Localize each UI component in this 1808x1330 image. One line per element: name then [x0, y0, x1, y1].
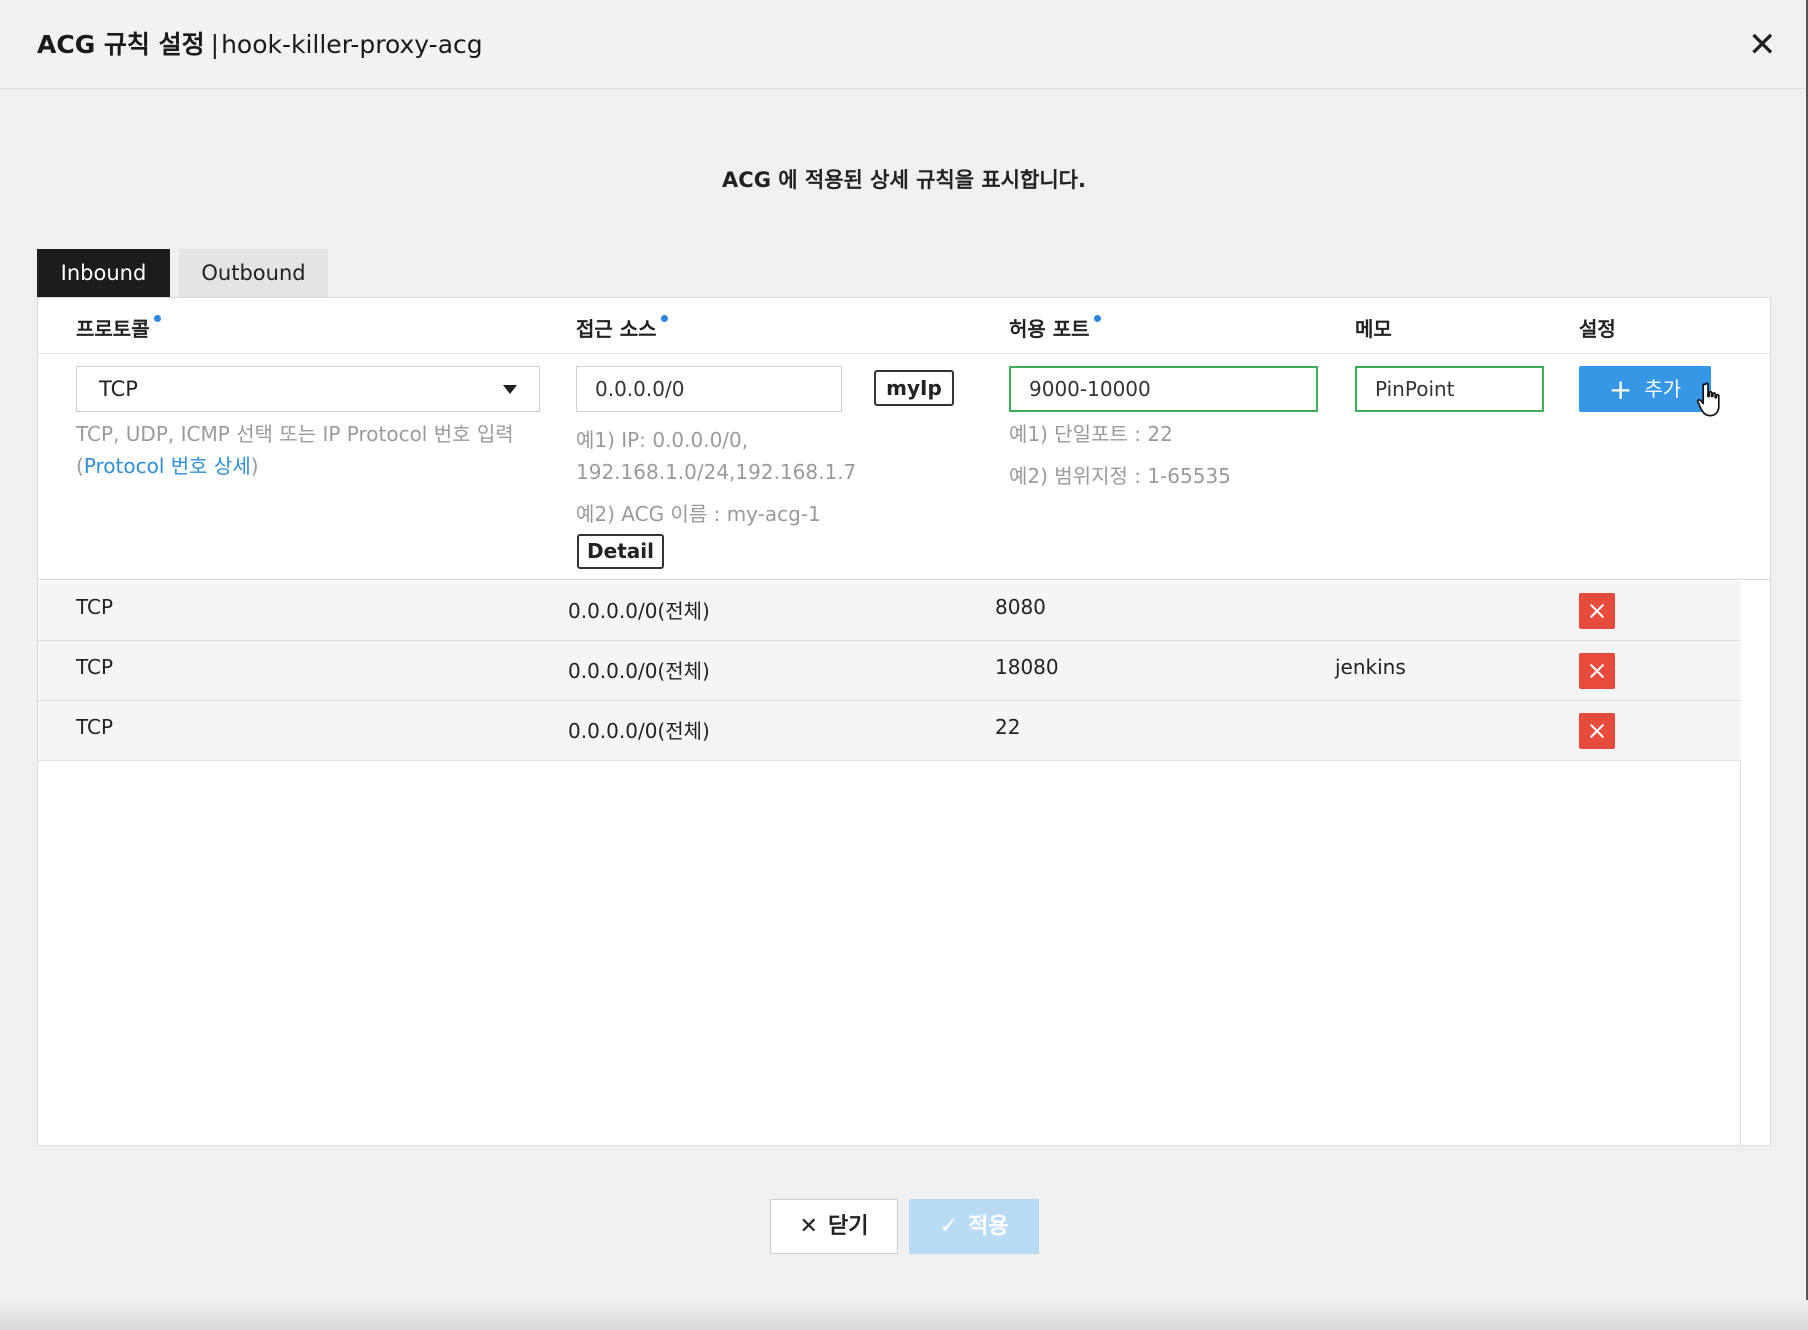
- add-rule-button[interactable]: + 추가: [1579, 366, 1711, 412]
- delete-rule-button[interactable]: [1579, 713, 1615, 749]
- column-header-settings: 설정: [1579, 317, 1616, 341]
- source-hint-example1-line1: 예1) IP: 0.0.0.0/0,: [576, 428, 749, 452]
- protocol-hint: TCP, UDP, ICMP 선택 또는 IP Protocol 번호 입력: [76, 422, 514, 446]
- acg-rule-settings-modal: ACG 규칙 설정 |hook-killer-proxy-acg ✕ ACG 에 …: [0, 0, 1808, 1330]
- protocol-select[interactable]: TCP: [76, 366, 540, 412]
- modal-title-main: ACG 규칙 설정: [37, 30, 205, 59]
- modal-title-separator: |: [210, 30, 220, 59]
- close-icon: ✕: [799, 1214, 818, 1239]
- protocol-hint-paren-close: ): [250, 454, 259, 478]
- add-rule-label: 추가: [1644, 377, 1682, 401]
- description-text: ACG 에 적용된 상세 규칙을 표시합니다.: [722, 168, 1086, 192]
- protocol-hint-link-line: (Protocol 번호 상세): [76, 450, 259, 482]
- table-row: TCP 0.0.0.0/0(전체) 22: [38, 701, 1741, 761]
- table-row: TCP 0.0.0.0/0(전체) 8080: [38, 581, 1741, 641]
- rule-protocol: TCP: [76, 595, 114, 619]
- required-dot-icon: [660, 315, 668, 322]
- rule-source: 0.0.0.0/0(전체): [568, 719, 710, 743]
- hand-pointer-cursor-icon: [1696, 382, 1720, 417]
- check-icon: ✓: [939, 1214, 958, 1239]
- rule-protocol: TCP: [76, 655, 114, 679]
- plus-icon: +: [1608, 373, 1633, 406]
- caret-down-icon: [503, 385, 517, 394]
- new-rule-input-row: TCP TCP, UDP, ICMP 선택 또는 IP Protocol 번호 …: [38, 354, 1770, 580]
- column-header-port-label: 허용 포트: [1009, 317, 1090, 341]
- modal-title-acg-name: hook-killer-proxy-acg: [221, 30, 483, 59]
- detail-button[interactable]: Detail: [577, 534, 664, 569]
- protocol-number-detail-link[interactable]: Protocol 번호 상세: [84, 454, 251, 478]
- rule-protocol: TCP: [76, 715, 114, 739]
- table-row: TCP 0.0.0.0/0(전체) 18080 jenkins: [38, 641, 1741, 701]
- modal-title: ACG 규칙 설정 |hook-killer-proxy-acg: [37, 27, 483, 63]
- modal-header: ACG 규칙 설정 |hook-killer-proxy-acg ✕: [0, 0, 1806, 89]
- rule-port: 22: [995, 715, 1021, 739]
- rule-list: TCP 0.0.0.0/0(전체) 8080 TCP 0.0.0.0/0(전체)…: [38, 581, 1741, 1146]
- tab-inbound[interactable]: Inbound: [37, 249, 170, 297]
- rule-source: 0.0.0.0/0(전체): [568, 659, 710, 683]
- column-header-memo: 메모: [1355, 317, 1392, 341]
- memo-input[interactable]: [1355, 366, 1544, 412]
- column-header-row: 프로토콜 접근 소스 허용 포트 메모 설정: [38, 298, 1770, 354]
- protocol-select-value: TCP: [99, 377, 138, 401]
- port-hint-example2: 예2) 범위지정 : 1-65535: [1009, 464, 1231, 488]
- rules-panel: 프로토콜 접근 소스 허용 포트 메모 설정 TCP TCP, UDP, ICM…: [37, 297, 1771, 1146]
- column-header-protocol-label: 프로토콜: [76, 317, 150, 341]
- column-header-source-label: 접근 소스: [576, 317, 657, 341]
- close-icon[interactable]: ✕: [1748, 28, 1777, 62]
- rule-port: 18080: [995, 655, 1059, 679]
- column-header-port: 허용 포트: [1009, 313, 1101, 342]
- port-input[interactable]: [1009, 366, 1318, 412]
- close-button-label: 닫기: [827, 1214, 869, 1239]
- source-hint-example1-line2: 192.168.1.0/24,192.168.1.7: [576, 460, 857, 484]
- delete-rule-button[interactable]: [1579, 653, 1615, 689]
- apply-button-label: 적용: [967, 1214, 1009, 1239]
- port-hint-example1: 예1) 단일포트 : 22: [1009, 422, 1173, 446]
- close-button[interactable]: ✕ 닫기: [770, 1199, 898, 1254]
- source-hint-example2: 예2) ACG 이름 : my-acg-1: [576, 502, 821, 526]
- apply-button[interactable]: ✓ 적용: [909, 1199, 1039, 1254]
- delete-rule-button[interactable]: [1579, 593, 1615, 629]
- rule-memo: jenkins: [1335, 655, 1406, 679]
- protocol-hint-paren-open: (: [76, 454, 84, 478]
- rule-port: 8080: [995, 595, 1046, 619]
- myip-button[interactable]: myIp: [874, 370, 954, 406]
- tab-outbound[interactable]: Outbound: [179, 249, 328, 297]
- required-dot-icon: [153, 315, 161, 322]
- column-header-source: 접근 소스: [576, 313, 668, 342]
- column-header-protocol: 프로토콜: [76, 313, 161, 342]
- modal-bottom-edge: [0, 1300, 1808, 1330]
- rule-source: 0.0.0.0/0(전체): [568, 599, 710, 623]
- required-dot-icon: [1093, 315, 1101, 322]
- source-input[interactable]: [576, 366, 842, 412]
